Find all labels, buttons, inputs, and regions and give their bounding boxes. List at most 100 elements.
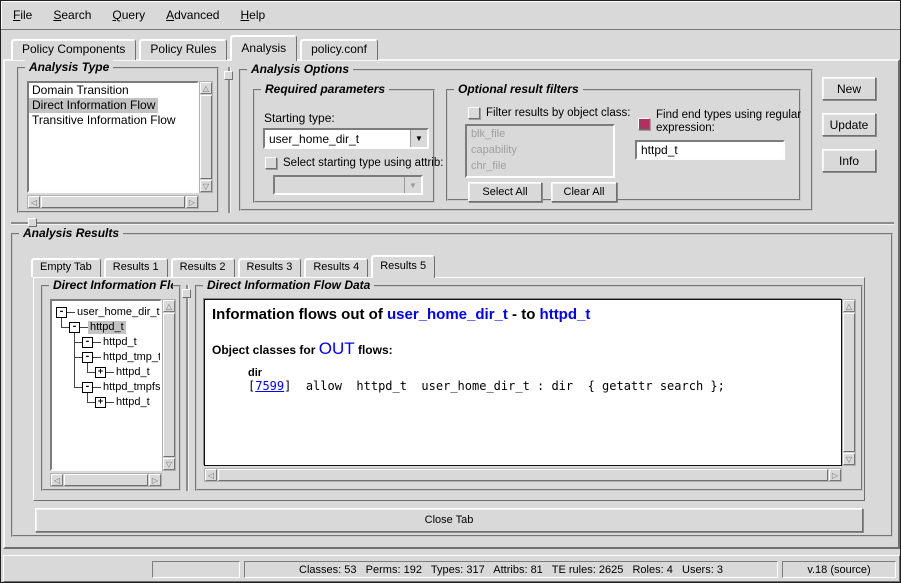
result-target-type: httpd_t xyxy=(540,306,591,323)
result-text-area[interactable]: Information flows out of user_home_dir_t… xyxy=(204,299,842,466)
menu-query[interactable]: Query xyxy=(109,6,148,24)
dropdown-arrow-icon[interactable]: ▼ xyxy=(410,130,427,147)
tree-node-httpd-t[interactable]: httpd_t xyxy=(114,366,152,379)
menu-search[interactable]: Search xyxy=(50,6,94,24)
tab-policy-rules[interactable]: Policy Rules xyxy=(139,39,227,60)
scroll-down-icon[interactable]: ▽ xyxy=(200,180,212,192)
scroll-down-icon[interactable]: ▽ xyxy=(163,458,175,470)
scroll-thumb[interactable] xyxy=(163,313,175,457)
scroll-thumb[interactable] xyxy=(218,469,828,481)
tree-node-httpd-t[interactable]: httpd_t xyxy=(114,396,152,409)
tab-analysis[interactable]: Analysis xyxy=(230,35,297,61)
starting-type-value: user_home_dir_t xyxy=(265,132,410,146)
scroll-left-icon[interactable]: ◁ xyxy=(51,474,63,486)
results-tab-results-3[interactable]: Results 3 xyxy=(238,258,302,277)
scroll-right-icon[interactable]: ▷ xyxy=(829,469,841,481)
menu-help[interactable]: Help xyxy=(237,6,268,24)
analysis-type-item-domain-transition[interactable]: Domain Transition xyxy=(29,83,132,98)
tree-connector xyxy=(93,387,101,388)
scroll-up-icon[interactable]: △ xyxy=(200,82,212,94)
tab-policy-components[interactable]: Policy Components xyxy=(11,39,136,60)
tree-connector xyxy=(75,342,82,343)
tree-node-httpd-tmp-t[interactable]: httpd_tmp_t xyxy=(101,351,162,364)
scroll-up-icon[interactable]: △ xyxy=(163,300,175,312)
info-button[interactable]: Info xyxy=(822,149,876,172)
results-vertical-sash[interactable] xyxy=(186,285,188,491)
scroll-left-icon[interactable]: ◁ xyxy=(28,196,40,208)
analysis-type-item-transitive-information-flow[interactable]: Transitive Information Flow xyxy=(29,113,179,128)
flow-direction: OUT xyxy=(319,339,355,358)
horizontal-sash-handle[interactable] xyxy=(28,218,37,227)
close-tab-button[interactable]: Close Tab xyxy=(35,508,863,532)
tree-expander-minus-icon[interactable]: - xyxy=(69,322,80,333)
scroll-right-icon[interactable]: ▷ xyxy=(186,196,198,208)
horizontal-sash[interactable] xyxy=(11,222,894,224)
analysis-type-vscroll[interactable]: △▽ xyxy=(199,81,213,193)
results-tab-results-1[interactable]: Results 1 xyxy=(104,258,168,277)
menu-advanced[interactable]: Advanced xyxy=(163,6,222,24)
tree-expander-plus-icon[interactable]: + xyxy=(95,397,106,408)
flow-tree-hscroll[interactable]: ◁▷ xyxy=(50,473,162,487)
object-class-item-capability: capability xyxy=(467,142,613,158)
tree-expander-minus-icon[interactable]: - xyxy=(56,307,67,318)
scroll-thumb[interactable] xyxy=(843,313,855,452)
regex-input[interactable]: httpd_t xyxy=(635,140,785,160)
tree-connector xyxy=(62,327,69,328)
tree-node-httpd-tmpfs-[interactable]: httpd_tmpfs_ xyxy=(101,381,162,394)
vertical-sash[interactable] xyxy=(228,67,230,213)
filter-by-class-checkbox[interactable] xyxy=(468,107,480,119)
analysis-results-group: Analysis Results Empty TabResults 1Resul… xyxy=(11,233,893,537)
tree-node-user-home-dir-t[interactable]: user_home_dir_t xyxy=(75,306,162,319)
clear-all-button[interactable]: Clear All xyxy=(551,182,617,202)
tree-node-httpd-t[interactable]: httpd_t xyxy=(101,336,139,349)
menu-bar: File Search Query Advanced Help xyxy=(1,1,900,30)
attrib-combobox: ▼ xyxy=(273,175,423,195)
menu-file[interactable]: File xyxy=(10,6,35,24)
tree-expander-minus-icon[interactable]: - xyxy=(82,382,93,393)
analysis-type-list[interactable]: Domain TransitionDirect Information Flow… xyxy=(27,81,199,193)
tree-node-httpd-t[interactable]: httpd_t xyxy=(88,321,126,334)
results-tab-results-5[interactable]: Results 5 xyxy=(371,255,435,278)
status-empty-panel xyxy=(152,561,240,578)
analysis-options-group: Analysis Options Required parameters Sta… xyxy=(239,69,813,211)
analysis-type-hscroll[interactable]: ◁▷ xyxy=(27,195,199,209)
flow-tree-vscroll[interactable]: △▽ xyxy=(162,299,176,471)
scroll-up-icon[interactable]: △ xyxy=(843,300,855,312)
tree-expander-plus-icon[interactable]: + xyxy=(95,367,106,378)
regex-input-value: httpd_t xyxy=(637,143,783,157)
vertical-sash-handle[interactable] xyxy=(224,71,233,80)
rule-number-link[interactable]: 7599 xyxy=(255,379,284,393)
starting-type-combobox[interactable]: user_home_dir_t ▼ xyxy=(263,128,429,149)
regex-checkbox[interactable] xyxy=(638,118,650,130)
new-button[interactable]: New xyxy=(822,77,876,100)
tree-connector xyxy=(93,342,101,343)
scroll-thumb[interactable] xyxy=(41,196,185,208)
tab-policy-conf[interactable]: policy.conf xyxy=(300,39,378,60)
scroll-right-icon[interactable]: ▷ xyxy=(149,474,161,486)
results-tab-results-2[interactable]: Results 2 xyxy=(171,258,235,277)
scroll-left-icon[interactable]: ◁ xyxy=(205,469,217,481)
attrib-checkbox[interactable] xyxy=(265,157,277,169)
result-text-hscroll[interactable]: ◁▷ xyxy=(204,468,842,482)
results-tab-results-4[interactable]: Results 4 xyxy=(304,258,368,277)
results-tab-empty-tab[interactable]: Empty Tab xyxy=(31,258,101,277)
optional-filters-group: Optional result filters Filter results b… xyxy=(446,89,801,201)
analysis-type-title: Analysis Type xyxy=(25,60,113,74)
flow-data-group: Direct Information Flow Data Information… xyxy=(195,285,863,491)
flow-tree-group: Direct Information Flow T -user_home_dir… xyxy=(41,285,181,491)
dropdown-arrow-icon-disabled: ▼ xyxy=(404,177,421,193)
tree-expander-minus-icon[interactable]: - xyxy=(82,352,93,363)
select-all-button[interactable]: Select All xyxy=(468,182,542,202)
scroll-thumb[interactable] xyxy=(200,95,212,179)
tree-connector xyxy=(88,402,95,403)
analysis-type-item-direct-information-flow[interactable]: Direct Information Flow xyxy=(29,98,158,113)
starting-type-label: Starting type: xyxy=(264,111,335,125)
scroll-thumb[interactable] xyxy=(64,474,148,486)
result-text-vscroll[interactable]: △▽ xyxy=(842,299,856,466)
results-vertical-sash-handle[interactable] xyxy=(182,289,191,298)
tree-connector xyxy=(67,312,75,313)
result-header: Information flows out of user_home_dir_t… xyxy=(212,306,834,323)
tree-expander-minus-icon[interactable]: - xyxy=(82,337,93,348)
update-button[interactable]: Update xyxy=(822,113,876,136)
scroll-down-icon[interactable]: ▽ xyxy=(843,453,855,465)
